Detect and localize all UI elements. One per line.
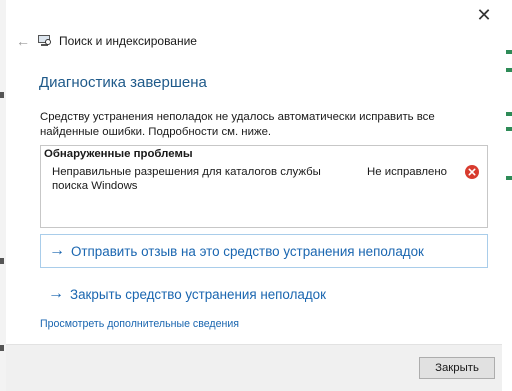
window-close-button[interactable]: ✕ (470, 2, 498, 28)
background-fragment (506, 112, 512, 116)
arrow-right-icon: → (48, 285, 64, 302)
error-icon (465, 165, 479, 179)
background-fragment (0, 92, 4, 98)
problem-status: Не исправлено (367, 166, 448, 178)
background-window-right (501, 0, 512, 391)
problems-header: Обнаруженные проблемы (44, 148, 193, 160)
background-fragment (0, 258, 4, 264)
screen: ✕ ← Поиск и индексирование Диагностика з… (0, 0, 512, 391)
background-fragment (0, 345, 4, 351)
close-troubleshooter-link[interactable]: → Закрыть средство устранения неполадок (40, 277, 488, 311)
search-indexing-icon (38, 35, 52, 47)
send-feedback-label: Отправить отзыв на это средство устранен… (71, 243, 424, 259)
background-fragment (506, 68, 512, 72)
background-fragment (506, 176, 512, 180)
problems-panel: Обнаруженные проблемы Неправильные разре… (40, 145, 488, 228)
view-more-info-link[interactable]: Просмотреть дополнительные сведения (40, 318, 239, 330)
problem-description: Неправильные разрешения для каталогов сл… (52, 166, 321, 192)
background-fragment (506, 50, 512, 54)
background-fragment (506, 127, 512, 131)
window-title: Поиск и индексирование (59, 34, 197, 48)
close-button[interactable]: Закрыть (419, 357, 495, 379)
troubleshooter-dialog: ✕ ← Поиск и индексирование Диагностика з… (6, 0, 502, 391)
close-troubleshooter-label: Закрыть средство устранения неполадок (70, 286, 326, 302)
send-feedback-link[interactable]: → Отправить отзыв на это средство устран… (40, 234, 488, 268)
back-arrow-icon: ← (16, 33, 30, 49)
arrow-right-icon: → (49, 242, 65, 259)
page-heading: Диагностика завершена (39, 74, 207, 91)
back-button[interactable]: ← (14, 32, 32, 50)
close-icon: ✕ (476, 5, 492, 25)
description-text: Средству устранения неполадок не удалось… (40, 111, 435, 138)
navigation-bar: ← Поиск и индексирование (14, 30, 197, 52)
dialog-footer: Закрыть (6, 344, 502, 391)
